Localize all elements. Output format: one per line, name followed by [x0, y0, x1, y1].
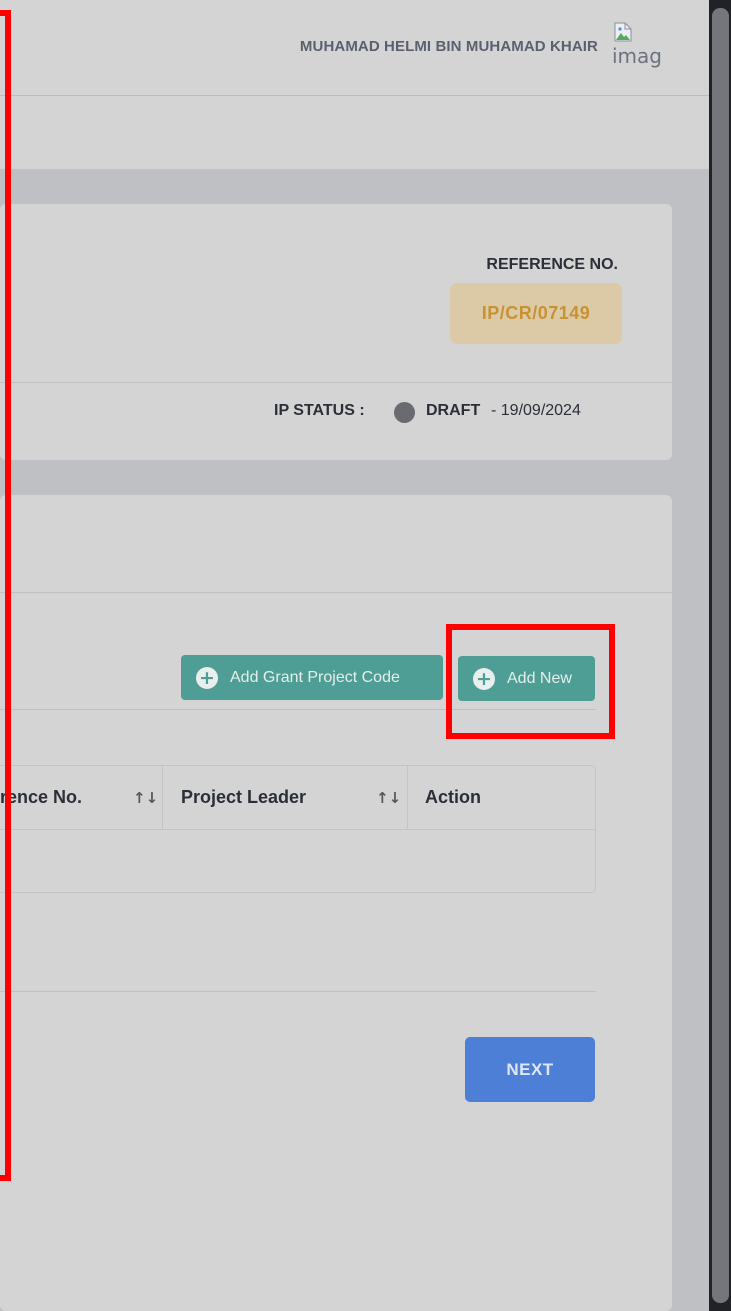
card-divider: [0, 592, 672, 593]
status-dot-icon: [394, 402, 415, 423]
sub-header-bar: [0, 96, 709, 169]
highlight-box-add-new: [446, 624, 615, 739]
project-table: rence No. ↑↓ Project Leader ↑↓ Action: [0, 765, 596, 893]
reference-label: REFERENCE NO.: [486, 256, 618, 273]
user-name[interactable]: MUHAMAD HELMI BIN MUHAMAD KHAIR: [300, 38, 598, 55]
plus-circle-icon: +: [196, 666, 218, 689]
add-grant-label: Add Grant Project Code: [230, 668, 400, 686]
column-header-reference-no[interactable]: rence No. ↑↓: [0, 766, 163, 829]
column-header-project-leader[interactable]: Project Leader ↑↓: [163, 766, 408, 829]
section-divider: [0, 991, 596, 992]
reference-card: REFERENCE NO. IP/CR/07149 IP STATUS : DR…: [0, 204, 672, 460]
ip-status-value: DRAFT: [426, 402, 481, 419]
card-divider: [0, 382, 672, 383]
table-header: rence No. ↑↓ Project Leader ↑↓ Action: [0, 766, 595, 830]
sort-icon[interactable]: ↑↓: [376, 789, 401, 807]
broken-image-icon: [614, 22, 632, 42]
next-button[interactable]: NEXT: [465, 1037, 595, 1102]
column-header-action: Action: [425, 787, 481, 807]
ip-status-date: - 19/09/2024: [491, 402, 581, 419]
ip-status-row: IP STATUS : DRAFT - 19/09/2024: [0, 394, 672, 434]
next-label: NEXT: [506, 1059, 554, 1079]
avatar-alt-text: imag: [612, 44, 662, 68]
highlight-box-left: [0, 10, 11, 1181]
sort-icon[interactable]: ↑↓: [133, 789, 158, 807]
reference-value: IP/CR/07149: [481, 303, 591, 323]
scrollbar-thumb[interactable]: [712, 8, 729, 1303]
reference-badge: IP/CR/07149: [450, 283, 622, 344]
top-header-bar: MUHAMAD HELMI BIN MUHAMAD KHAIR imag: [0, 0, 709, 96]
add-grant-project-code-button[interactable]: + Add Grant Project Code: [181, 655, 443, 700]
table-empty-row: [0, 830, 595, 892]
avatar[interactable]: imag: [612, 22, 664, 74]
ip-status-label: IP STATUS :: [274, 402, 365, 419]
project-card: + Add Grant Project Code + Add New rence…: [0, 495, 672, 1311]
